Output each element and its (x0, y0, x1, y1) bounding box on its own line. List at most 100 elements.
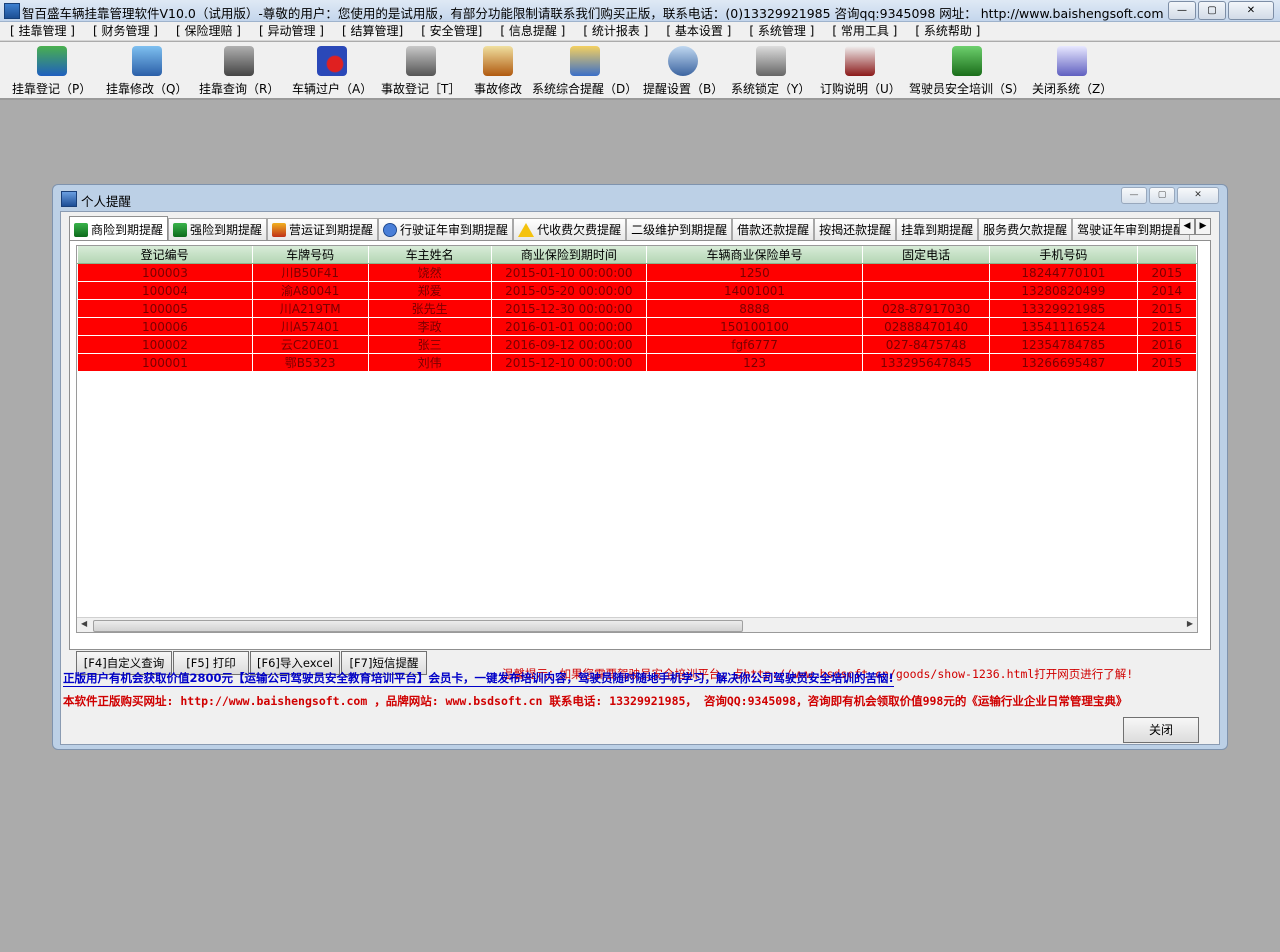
tab-service-fee-arrears[interactable]: 服务费欠款提醒 (978, 218, 1073, 240)
cell: 渝A80041 (251, 281, 369, 300)
col-header-plate[interactable]: 车牌号码 (252, 246, 369, 264)
cell: 2015-12-30 00:00:00 (490, 299, 648, 318)
col-header-owner[interactable]: 车主姓名 (368, 246, 492, 264)
reminder-settings-label: 提醒设置（B） (643, 82, 724, 96)
col-header-expiry[interactable]: 商业保险到期时间 (491, 246, 648, 264)
menu-finance[interactable]: [ 财务管理 ] (93, 22, 158, 40)
col-header-more[interactable] (1137, 246, 1197, 264)
permit-icon (272, 223, 287, 237)
cell: 100001 (77, 353, 253, 372)
tab-operation-permit[interactable]: 营运证到期提醒 (267, 218, 379, 240)
reminder-icon (569, 46, 600, 76)
accident-register-button[interactable]: 事故登记［T］ (381, 46, 460, 97)
tab-license-inspection[interactable]: 行驶证年审到期提醒 (378, 218, 514, 240)
dialog-minimize-button[interactable]: — (1121, 187, 1147, 204)
table-row[interactable]: 100001 鄂B5323 刘伟 2015-12-10 00:00:00 123 1332… (77, 353, 1197, 372)
col-header-policy-no[interactable]: 车辆商业保险单号 (646, 246, 864, 264)
cell: 13541116524 (989, 317, 1138, 336)
dialog-title: 个人提醒 (81, 194, 132, 209)
window-controls: — ▢ ✕ (1168, 1, 1274, 20)
scroll-right-arrow-icon[interactable]: ▶ (1187, 619, 1193, 628)
col-header-phone[interactable]: 固定电话 (862, 246, 991, 264)
scroll-thumb[interactable] (93, 620, 743, 632)
accident-edit-button[interactable]: 事故修改 (474, 46, 522, 97)
table-row[interactable]: 100003 川B50F41 饶然 2015-01-10 00:00:00 1250 18… (77, 263, 1197, 282)
tab-secondary-maintenance[interactable]: 二级维护到期提醒 (626, 218, 733, 240)
menu-settlement[interactable]: [ 结算管理] (342, 22, 403, 40)
tab-scroll-right-icon[interactable]: ▶ (1195, 218, 1211, 235)
menu-changes[interactable]: [ 异动管理 ] (259, 22, 324, 40)
register-button[interactable]: 挂靠登记（P） (12, 46, 91, 97)
cell: 2015 (1136, 317, 1197, 336)
tab-affiliation-expiry[interactable]: 挂靠到期提醒 (896, 218, 979, 240)
cell: 123 (645, 353, 864, 372)
tab-label: 借款还款提醒 (737, 223, 810, 237)
horizontal-scrollbar[interactable]: ◀ ▶ (77, 617, 1197, 632)
reminder-settings-button[interactable]: 提醒设置（B） (643, 46, 723, 97)
shutdown-button[interactable]: 关闭系统（Z） (1032, 46, 1112, 97)
transfer-button[interactable]: 车辆过户（A） (292, 46, 372, 97)
cell: 郑爱 (367, 281, 492, 300)
dialog-icon (61, 191, 77, 207)
cell: 刘伟 (367, 353, 492, 372)
lock-button[interactable]: 系统锁定（Y） (731, 46, 810, 97)
menu-reports[interactable]: [ 统计报表 ] (583, 22, 648, 40)
training-label: 驾驶员安全培训（S） (909, 82, 1025, 96)
close-window-button[interactable]: ✕ (1228, 1, 1274, 20)
tab-commercial-insurance[interactable]: 商险到期提醒 (69, 216, 169, 240)
table-row[interactable]: 100006 川A57401 李政 2016-01-01 00:00:00 150100… (77, 317, 1197, 336)
menu-insurance[interactable]: [ 保险理赔 ] (176, 22, 241, 40)
tab-compulsory-insurance[interactable]: 强险到期提醒 (168, 218, 268, 240)
tab-scroll-left-icon[interactable]: ◀ (1179, 218, 1195, 235)
close-button[interactable]: 关闭 (1123, 717, 1199, 743)
menu-help[interactable]: [ 系统帮助 ] (915, 22, 980, 40)
menu-tools[interactable]: [ 常用工具 ] (832, 22, 897, 40)
cell: 2015 (1136, 353, 1197, 372)
reminder-tabs: 商险到期提醒 强险到期提醒 营运证到期提醒 行驶证年审到期提醒 代收费欠费提醒 … (69, 216, 1211, 240)
cell: 100006 (77, 317, 253, 336)
menu-basic-settings[interactable]: [ 基本设置 ] (666, 22, 731, 40)
edit-button[interactable]: 挂靠修改（Q） (106, 46, 187, 97)
reminder-button[interactable]: 系统综合提醒（D） (532, 46, 637, 97)
tab-mortgage-repayment[interactable]: 按揭还款提醒 (814, 218, 897, 240)
menu-affiliation[interactable]: [ 挂靠管理 ] (10, 22, 75, 40)
shutdown-label: 关闭系统（Z） (1032, 82, 1113, 96)
cell: 13280820499 (989, 281, 1138, 300)
menu-safety[interactable]: [ 安全管理] (421, 22, 482, 40)
menu-system[interactable]: [ 系统管理 ] (749, 22, 814, 40)
dialog-maximize-button[interactable]: ▢ (1149, 187, 1175, 204)
dialog-close-button[interactable]: ✕ (1177, 187, 1219, 204)
minimize-button[interactable]: — (1168, 1, 1196, 20)
tab-label: 强险到期提醒 (190, 223, 263, 237)
app-titlebar: 智百盛车辆挂靠管理软件V10.0（试用版）-尊敬的用户：您使用的是试用版，有部分… (0, 0, 1280, 22)
tab-loan-repayment[interactable]: 借款还款提醒 (732, 218, 815, 240)
order-info-label: 订购说明（U） (820, 82, 901, 96)
tab-driver-license-inspection[interactable]: 驾驶证年审到期提醒 (1072, 218, 1191, 240)
cell: 100003 (77, 263, 253, 282)
training-button[interactable]: 驾驶员安全培训（S） (909, 46, 1025, 97)
table-row[interactable]: 100002 云C20E01 张三 2016-09-12 00:00:00 fgf677… (77, 335, 1197, 354)
shutdown-icon (1057, 46, 1088, 76)
cell: 100005 (77, 299, 253, 318)
tab-label: 驾驶证年审到期提醒 (1077, 223, 1186, 237)
reminder-dialog: 个人提醒 — ▢ ✕ 商险到期提醒 强险到期提醒 营运证到期提醒 行驶证年审到期… (52, 184, 1228, 750)
maximize-button[interactable]: ▢ (1198, 1, 1226, 20)
promo-link-training[interactable]: 正版用户有机会获取价值2800元【运输公司驾驶员安全教育培训平台】会员卡，一键发… (63, 670, 894, 687)
cell: 2015 (1136, 263, 1197, 282)
cell (862, 263, 991, 282)
tab-label: 代收费欠费提醒 (537, 223, 622, 237)
scroll-left-arrow-icon[interactable]: ◀ (81, 619, 87, 628)
table-row[interactable]: 100004 渝A80041 郑爱 2015-05-20 00:00:00 140010… (77, 281, 1197, 300)
col-header-mobile[interactable]: 手机号码 (989, 246, 1138, 264)
register-icon (36, 46, 67, 76)
cell: 李政 (367, 317, 492, 336)
tab-fee-arrears[interactable]: 代收费欠费提醒 (513, 218, 627, 240)
tab-label: 二级维护到期提醒 (631, 223, 728, 237)
col-header-reg-no[interactable]: 登记编号 (77, 246, 253, 264)
menu-reminders[interactable]: [ 信息提醒 ] (500, 22, 565, 40)
order-info-button[interactable]: 订购说明（U） (820, 46, 901, 97)
table-row[interactable]: 100005 川A219TM 张先生 2015-12-30 00:00:00 8888 0… (77, 299, 1197, 318)
query-button[interactable]: 挂靠查询（R） (199, 46, 279, 97)
cell: 2014 (1136, 281, 1197, 300)
cell: 02888470140 (862, 317, 991, 336)
